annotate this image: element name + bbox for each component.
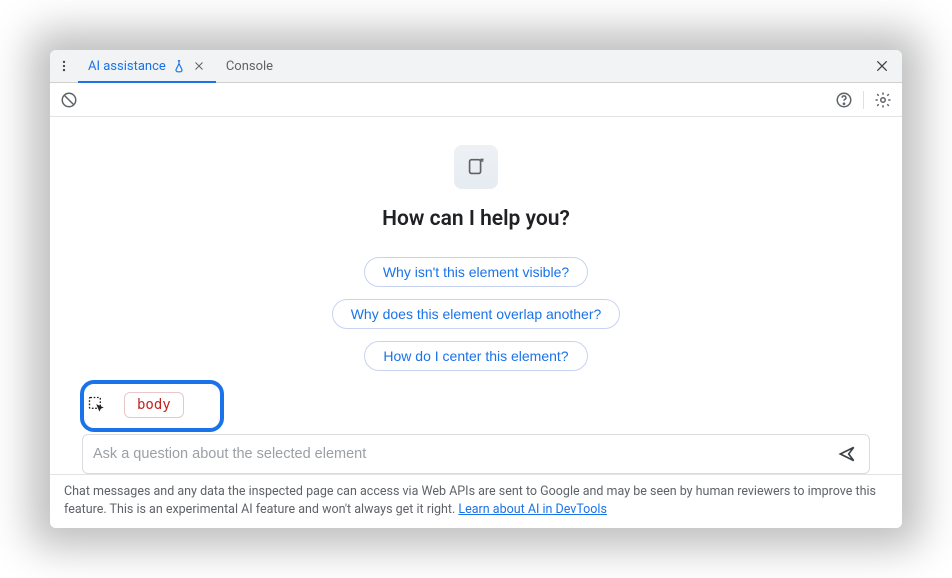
separator: [863, 91, 864, 109]
gear-icon[interactable]: [872, 89, 894, 111]
disclaimer-footer: Chat messages and any data the inspected…: [50, 474, 902, 528]
tab-ai-assistance[interactable]: AI assistance: [78, 50, 216, 82]
ai-assistance-panel: AI assistance Console: [50, 50, 902, 528]
selected-element-chip[interactable]: body: [124, 392, 184, 418]
prompt-input[interactable]: [93, 446, 835, 462]
learn-more-link[interactable]: Learn about AI in DevTools: [458, 502, 607, 517]
tab-label: Console: [226, 59, 273, 74]
flask-icon: [172, 59, 186, 73]
suggestion-chip[interactable]: How do I center this element?: [364, 341, 587, 371]
clear-icon[interactable]: [58, 89, 80, 111]
help-icon[interactable]: [833, 89, 855, 111]
close-tab-button[interactable]: [192, 59, 206, 73]
context-row: body: [82, 390, 184, 420]
suggestion-list: Why isn't this element visible? Why does…: [332, 257, 621, 371]
more-tabs-button[interactable]: [50, 50, 78, 82]
page-heading: How can I help you?: [382, 207, 570, 231]
toolbar: [50, 83, 902, 117]
prompt-input-wrap: [82, 434, 870, 474]
tab-console[interactable]: Console: [216, 50, 283, 82]
suggestion-chip[interactable]: Why does this element overlap another?: [332, 299, 621, 329]
tab-label: AI assistance: [88, 59, 166, 74]
element-picker-button[interactable]: [82, 390, 112, 420]
send-button[interactable]: [835, 442, 859, 466]
close-panel-button[interactable]: [868, 50, 896, 82]
suggestion-chip[interactable]: Why isn't this element visible?: [364, 257, 588, 287]
ai-sparkle-icon: [454, 145, 498, 189]
tab-bar: AI assistance Console: [50, 50, 902, 83]
